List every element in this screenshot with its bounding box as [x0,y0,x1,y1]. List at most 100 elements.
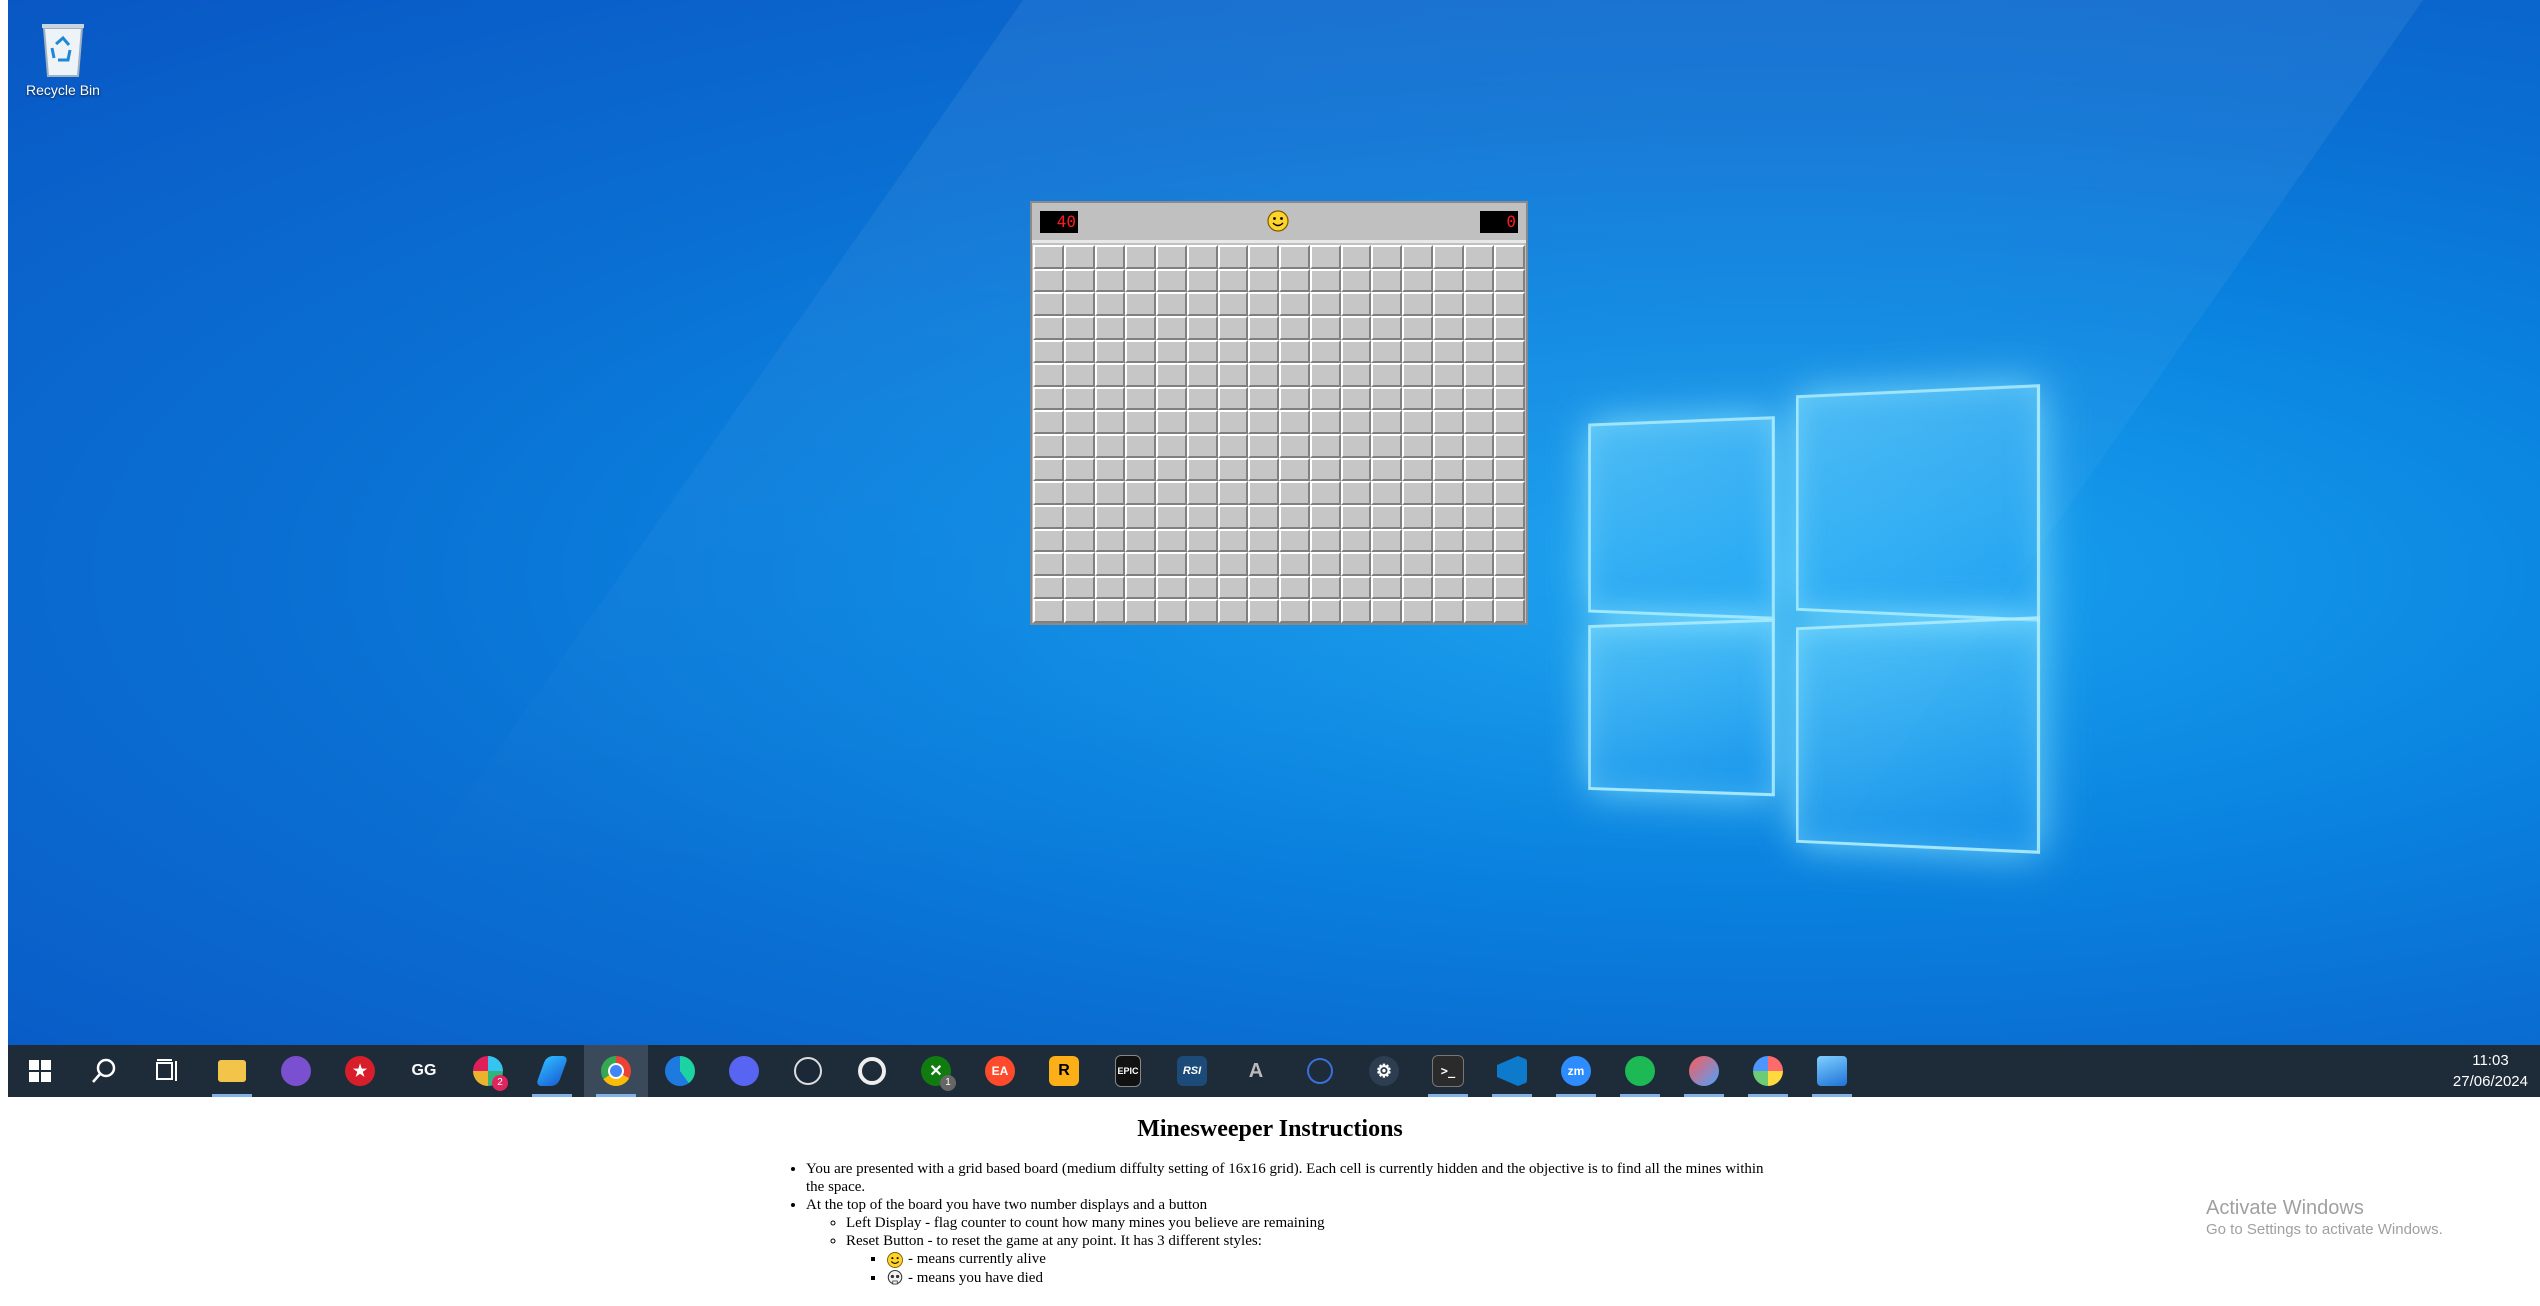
grid-cell[interactable] [1094,481,1126,505]
grid-cell[interactable] [1125,434,1156,458]
grid-cell[interactable] [1402,386,1433,411]
grid-cell[interactable] [1033,292,1064,316]
grid-cell[interactable] [1094,410,1126,434]
taskbar-rsi[interactable]: RSI [1160,1045,1224,1097]
grid-cell[interactable] [1463,268,1495,293]
grid-cell[interactable] [1340,386,1372,411]
grid-cell[interactable] [1125,575,1156,600]
grid-cell[interactable] [1340,339,1372,364]
grid-cell[interactable] [1217,315,1249,340]
grid-cell[interactable] [1340,575,1372,600]
start-button[interactable] [8,1045,72,1097]
grid-cell[interactable] [1309,292,1341,316]
grid-cell[interactable] [1371,339,1402,364]
grid-cell[interactable] [1033,410,1064,434]
grid-cell[interactable] [1248,268,1279,293]
grid-cell[interactable] [1186,268,1218,293]
grid-cell[interactable] [1371,599,1402,623]
grid-cell[interactable] [1248,504,1279,529]
grid-cell[interactable] [1309,245,1341,269]
grid-cell[interactable] [1156,434,1187,458]
grid-cell[interactable] [1402,245,1433,269]
grid-cell[interactable] [1371,504,1402,529]
taskbar-zoom[interactable]: zm [1544,1045,1608,1097]
grid-cell[interactable] [1402,292,1433,316]
grid-cell[interactable] [1371,410,1402,434]
grid-cell[interactable] [1094,552,1126,576]
grid-cell[interactable] [1248,528,1279,553]
grid-cell[interactable] [1309,552,1341,576]
grid-cell[interactable] [1279,386,1310,411]
grid-cell[interactable] [1309,528,1341,553]
grid-cell[interactable] [1186,363,1218,387]
grid-cell[interactable] [1402,268,1433,293]
grid-cell[interactable] [1063,504,1095,529]
grid-cell[interactable] [1309,363,1341,387]
grid-cell[interactable] [1033,504,1064,529]
grid-cell[interactable] [1463,599,1495,623]
grid-cell[interactable] [1063,245,1095,269]
grid-cell[interactable] [1217,434,1249,458]
grid-cell[interactable] [1402,410,1433,434]
grid-cell[interactable] [1217,245,1249,269]
grid-cell[interactable] [1494,575,1525,600]
grid-cell[interactable] [1279,268,1310,293]
grid-cell[interactable] [1063,552,1095,576]
grid-cell[interactable] [1494,339,1525,364]
grid-cell[interactable] [1309,457,1341,482]
grid-cell[interactable] [1463,315,1495,340]
taskbar-terminal[interactable]: >_ [1416,1045,1480,1097]
grid-cell[interactable] [1309,504,1341,529]
grid-cell[interactable] [1094,268,1126,293]
grid-cell[interactable] [1432,504,1464,529]
grid-cell[interactable] [1309,434,1341,458]
grid-cell[interactable] [1156,245,1187,269]
grid-cell[interactable] [1063,386,1095,411]
taskbar-ubisoft[interactable] [840,1045,904,1097]
taskbar-settings[interactable]: ⚙ [1352,1045,1416,1097]
grid-cell[interactable] [1248,552,1279,576]
reset-button[interactable] [1265,209,1291,235]
grid-cell[interactable] [1340,434,1372,458]
taskbar-paint[interactable] [1736,1045,1800,1097]
grid-cell[interactable] [1125,552,1156,576]
grid-cell[interactable] [1432,363,1464,387]
grid-cell[interactable] [1248,315,1279,340]
grid-cell[interactable] [1248,599,1279,623]
grid-cell[interactable] [1279,504,1310,529]
grid-cell[interactable] [1463,504,1495,529]
grid-cell[interactable] [1125,457,1156,482]
recycle-bin[interactable]: Recycle Bin [18,18,108,98]
grid-cell[interactable] [1156,481,1187,505]
grid-cell[interactable] [1217,504,1249,529]
grid-cell[interactable] [1186,575,1218,600]
grid-cell[interactable] [1063,363,1095,387]
grid-cell[interactable] [1125,363,1156,387]
grid-cell[interactable] [1125,386,1156,411]
grid-cell[interactable] [1248,245,1279,269]
grid-cell[interactable] [1248,457,1279,482]
grid-cell[interactable] [1217,599,1249,623]
grid-cell[interactable] [1186,504,1218,529]
taskbar-react[interactable] [1288,1045,1352,1097]
taskbar-snipping-tool[interactable] [1672,1045,1736,1097]
grid-cell[interactable] [1463,481,1495,505]
taskbar-vscode[interactable] [1480,1045,1544,1097]
grid-cell[interactable] [1432,575,1464,600]
grid-cell[interactable] [1309,599,1341,623]
grid-cell[interactable] [1033,457,1064,482]
grid-cell[interactable] [1094,504,1126,529]
grid-cell[interactable] [1033,552,1064,576]
grid-cell[interactable] [1063,268,1095,293]
grid-cell[interactable] [1494,268,1525,293]
grid-cell[interactable] [1033,599,1064,623]
grid-cell[interactable] [1125,268,1156,293]
grid-cell[interactable] [1432,339,1464,364]
grid-cell[interactable] [1340,481,1372,505]
search-button[interactable] [72,1045,136,1097]
grid-cell[interactable] [1063,434,1095,458]
grid-cell[interactable] [1340,599,1372,623]
taskbar-gg[interactable]: GG [392,1045,456,1097]
grid-cell[interactable] [1279,410,1310,434]
grid-cell[interactable] [1402,481,1433,505]
